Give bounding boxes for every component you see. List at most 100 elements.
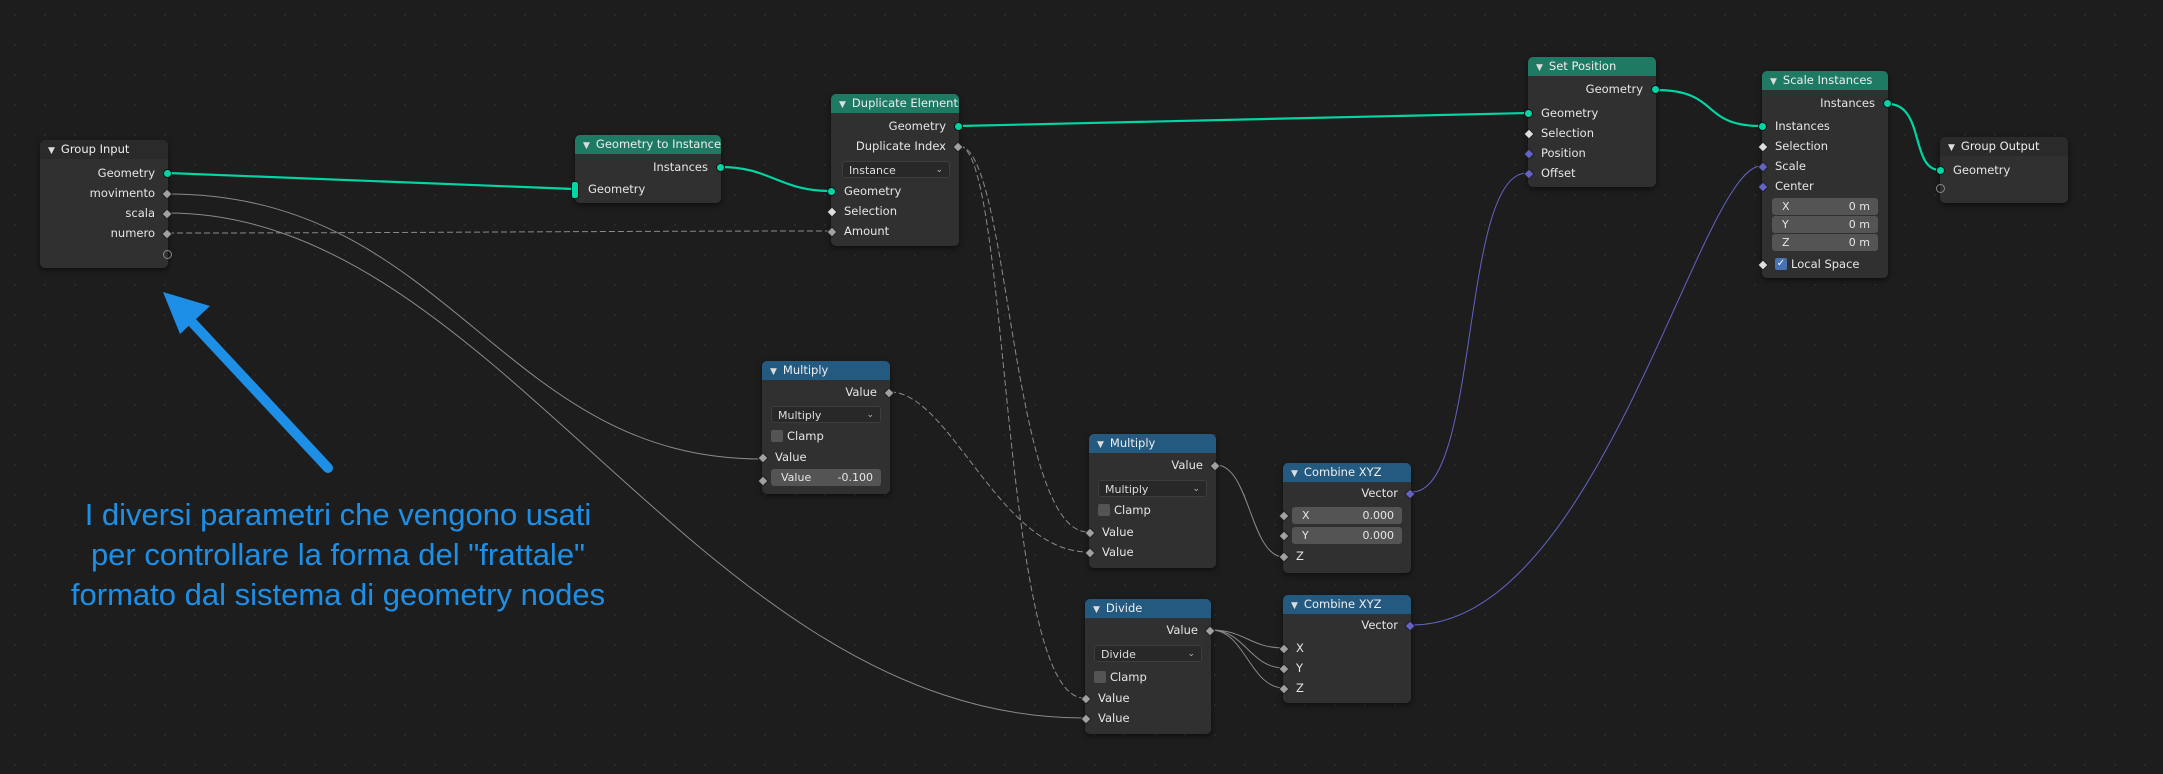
socket-row-geometry-in: Geometry — [1524, 104, 1656, 122]
node-set-position[interactable]: ▼ Set Position Geometry Geometry Selectio… — [1523, 57, 1660, 187]
socket-label: Offset — [1541, 166, 1576, 180]
socket-row-numero: numero — [40, 224, 173, 242]
field-value: 0.000 — [1362, 529, 1395, 542]
center-y-field[interactable]: Y 0 m — [1772, 216, 1878, 233]
node-header[interactable]: ▼ Group Input — [40, 140, 168, 159]
socket-label: Z — [1296, 549, 1304, 563]
field-value: 0 m — [1848, 200, 1870, 213]
socket-row-position: Position — [1523, 144, 1656, 162]
socket-row-amount: Amount — [826, 222, 959, 240]
checkbox-label: Local Space — [1791, 257, 1860, 271]
input-socket[interactable] — [1758, 122, 1767, 131]
input-socket[interactable] — [827, 187, 836, 196]
node-combine-xyz-1[interactable]: ▼ Combine XYZ Vector X 0.000 Y 0.000 Z — [1278, 463, 1416, 573]
checkbox-label: Clamp — [1110, 670, 1147, 684]
node-combine-xyz-2[interactable]: ▼ Combine XYZ Vector X Y Z — [1278, 595, 1416, 703]
node-header[interactable]: ▼ Set Position — [1528, 57, 1656, 76]
input-socket[interactable] — [1936, 166, 1945, 175]
annotation-line: per controllare la forma del "frattale" — [90, 537, 586, 572]
socket-label: Vector — [1361, 618, 1398, 632]
node-header[interactable]: ▼ Geometry to Instance — [575, 135, 721, 154]
node-header[interactable]: ▼ Duplicate Elements — [831, 94, 959, 113]
socket-row-value-out: Value — [1089, 456, 1221, 474]
local-space-checkbox[interactable]: ✓ — [1775, 258, 1787, 270]
output-socket[interactable] — [716, 163, 725, 172]
empty-input-socket[interactable] — [1936, 184, 1945, 193]
node-header[interactable]: ▼ Combine XYZ — [1283, 595, 1411, 614]
node-group-input[interactable]: ▼ Group Input Geometry movimento scala nu… — [40, 140, 173, 268]
operation-dropdown[interactable]: Divide ⌄ — [1094, 645, 1202, 662]
field-label: Y — [1782, 218, 1789, 231]
node-multiply-1[interactable]: ▼ Multiply Value Multiply ⌄ Clamp Value Va… — [757, 361, 895, 494]
field-value: 0 m — [1848, 236, 1870, 249]
collapse-chevron-icon[interactable]: ▼ — [1093, 601, 1100, 618]
socket-label: Z — [1296, 681, 1304, 695]
socket-label: Value — [1171, 458, 1203, 472]
node-multiply-2[interactable]: ▼ Multiply Value Multiply ⌄ Clamp Value Va… — [1084, 434, 1221, 568]
collapse-chevron-icon[interactable]: ▼ — [770, 363, 777, 380]
node-scale-instances[interactable]: ▼ Scale Instances Instances Instances Sel… — [1757, 71, 1892, 278]
input-socket[interactable] — [1524, 109, 1533, 118]
node-header[interactable]: ▼ Combine XYZ — [1283, 463, 1411, 482]
node-divide[interactable]: ▼ Divide Value Divide ⌄ Clamp Value Value — [1080, 599, 1216, 734]
node-duplicate-elements[interactable]: ▼ Duplicate Elements Geometry Duplicate I… — [826, 94, 964, 246]
node-header[interactable]: ▼ Group Output — [1940, 137, 2068, 156]
socket-label: scala — [125, 206, 155, 220]
x-field[interactable]: X 0.000 — [1292, 507, 1402, 524]
node-header[interactable]: ▼ Divide — [1085, 599, 1211, 618]
socket-row-local-space: ✓ Local Space — [1757, 255, 1888, 273]
output-socket[interactable] — [954, 122, 963, 131]
clamp-checkbox[interactable] — [1094, 671, 1106, 683]
value-field[interactable]: Value -0.100 — [771, 469, 881, 486]
clamp-checkbox[interactable] — [771, 430, 783, 442]
field-label: X — [1302, 509, 1310, 522]
output-socket[interactable] — [1651, 85, 1660, 94]
collapse-chevron-icon[interactable]: ▼ — [583, 137, 590, 154]
socket-row-value-in-1: Value — [1084, 523, 1216, 541]
dropdown-value: Instance — [849, 164, 896, 177]
center-x-field[interactable]: X 0 m — [1772, 198, 1878, 215]
y-field[interactable]: Y 0.000 — [1292, 527, 1402, 544]
socket-label: Instances — [653, 160, 708, 174]
annotation-line: formato dal sistema di geometry nodes — [70, 577, 606, 612]
socket-label: Selection — [844, 204, 897, 218]
socket-row-geometry-in: Geometry — [827, 182, 959, 200]
multi-input-socket[interactable] — [571, 181, 579, 199]
node-title: Group Input — [60, 142, 130, 156]
collapse-chevron-icon[interactable]: ▼ — [48, 142, 55, 159]
collapse-chevron-icon[interactable]: ▼ — [1097, 436, 1104, 453]
node-title: Combine XYZ — [1303, 465, 1382, 479]
node-geometry-to-instance[interactable]: ▼ Geometry to Instance Instances Geometry — [571, 135, 725, 203]
operation-dropdown[interactable]: Multiply ⌄ — [771, 406, 881, 423]
socket-label: Instances — [1775, 119, 1830, 133]
collapse-chevron-icon[interactable]: ▼ — [1770, 73, 1777, 90]
operation-dropdown[interactable]: Multiply ⌄ — [1098, 480, 1207, 497]
chevron-down-icon: ⌄ — [935, 165, 943, 175]
clamp-checkbox[interactable] — [1098, 504, 1110, 516]
socket-label: Y — [1296, 661, 1304, 675]
collapse-chevron-icon[interactable]: ▼ — [839, 96, 846, 113]
empty-output-socket[interactable] — [163, 250, 172, 259]
node-group-output[interactable]: ▼ Group Output Geometry — [1936, 137, 2068, 203]
socket-row-value-in-2: Value — [1080, 709, 1211, 727]
socket-row-selection: Selection — [1757, 137, 1888, 155]
socket-row-instances-out: Instances — [1762, 94, 1892, 112]
socket-row-geometry-out: Geometry — [1528, 80, 1660, 98]
domain-dropdown[interactable]: Instance ⌄ — [842, 161, 950, 178]
collapse-chevron-icon[interactable]: ▼ — [1948, 139, 1955, 156]
output-socket[interactable] — [163, 169, 172, 178]
center-z-field[interactable]: Z 0 m — [1772, 234, 1878, 251]
socket-label: Selection — [1775, 139, 1828, 153]
socket-row-value-in-1: Value — [1080, 689, 1211, 707]
node-header[interactable]: ▼ Scale Instances — [1762, 71, 1888, 90]
collapse-chevron-icon[interactable]: ▼ — [1536, 59, 1543, 76]
collapse-chevron-icon[interactable]: ▼ — [1291, 597, 1298, 614]
node-header[interactable]: ▼ Multiply — [762, 361, 890, 380]
field-value: 0 m — [1848, 218, 1870, 231]
output-socket[interactable] — [1883, 99, 1892, 108]
checkbox-label: Clamp — [787, 429, 824, 443]
socket-row-movimento: movimento — [40, 184, 173, 202]
collapse-chevron-icon[interactable]: ▼ — [1291, 465, 1298, 482]
socket-label: Geometry — [844, 184, 902, 198]
node-header[interactable]: ▼ Multiply — [1089, 434, 1216, 453]
